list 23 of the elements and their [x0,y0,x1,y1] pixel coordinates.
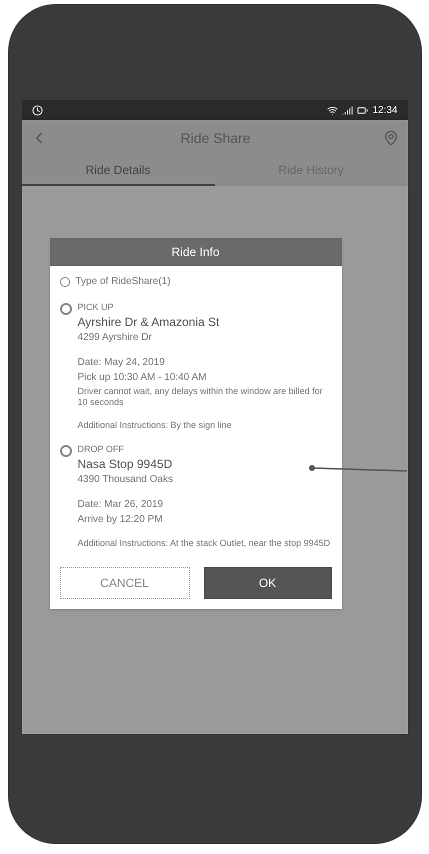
stop-address: 4299 Ayrshire Dr [78,331,153,344]
stop-time: Pick up 10:30 AM - 10:40 AM [78,371,208,384]
signal-icon [342,104,354,116]
dialog-title: Ride Info [171,244,220,261]
stop-name: Ayrshire Dr & Amazonia St [78,316,220,329]
stop-instructions: Additional Instructions: By the sign line [78,420,233,431]
stop-address: 4390 Thousand Oaks [78,473,174,486]
stop-note: Driver cannot wait, any delays within the window are billed for 10 seconds [78,386,324,408]
cancel-button[interactable]: CANCEL [60,567,190,599]
status-time: 12:34 [372,104,398,118]
stop-date: Date: Mar 26, 2019 [78,498,164,511]
stop-time: Arrive by 12:20 PM [78,513,164,526]
stop-label: DROP OFF [78,443,125,456]
wifi-icon [327,104,338,116]
tab[interactable]: Ride Details [22,156,214,186]
ok-button[interactable]: OK [204,567,332,599]
battery-icon [357,104,368,116]
stop-date: Date: May 24, 2019 [78,356,166,369]
ride-type: Type of RideShare(1) [76,275,171,289]
stop-instructions: Additional Instructions: At the stack Outlet, near the stop 9945D [78,538,330,549]
stop-label: PICK UP [78,301,115,314]
pin-icon[interactable] [383,130,400,146]
stop-name: Nasa Stop 9945D [78,458,174,471]
